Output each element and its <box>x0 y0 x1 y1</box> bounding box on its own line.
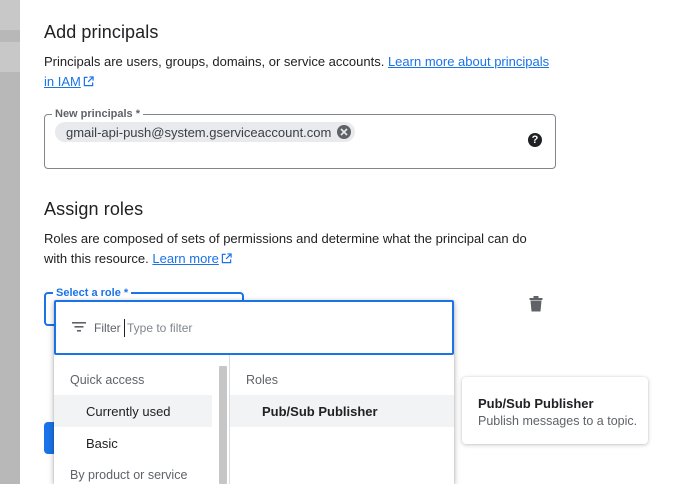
role-info-title: Pub/Sub Publisher <box>478 396 594 411</box>
filter-box: Filter <box>54 300 454 355</box>
role-info-description: Publish messages to a topic. <box>478 414 638 428</box>
category-label: Basic <box>86 435 118 451</box>
help-icon[interactable]: ? <box>528 133 542 147</box>
role-dropdown: Filter Quick access Currently used Basic… <box>54 300 454 484</box>
learn-more-roles-label: Learn more <box>152 251 219 266</box>
backdrop-bar <box>0 42 20 72</box>
filter-input[interactable] <box>124 319 324 337</box>
new-principals-label: New principals * <box>52 107 143 121</box>
add-principals-heading: Add principals <box>44 22 159 42</box>
principals-description: Principals are users, groups, domains, o… <box>44 52 554 92</box>
by-product-header: By product or service <box>70 468 188 482</box>
filter-icon <box>72 322 86 332</box>
assign-roles-heading: Assign roles <box>44 199 144 219</box>
principal-chip: gmail-api-push@system.gserviceaccount.co… <box>55 122 356 142</box>
modal-backdrop <box>0 0 20 484</box>
select-role-label: Select a role * <box>53 286 132 300</box>
quick-access-header: Quick access <box>70 373 145 387</box>
delete-icon[interactable] <box>529 296 543 312</box>
role-info-card: Pub/Sub Publisher Publish messages to a … <box>462 377 648 444</box>
principal-chip-value: gmail-api-push@system.gserviceaccount.co… <box>66 124 332 140</box>
roles-description: Roles are composed of sets of permission… <box>44 229 544 269</box>
category-currently-used[interactable]: Currently used <box>54 395 212 427</box>
roles-header: Roles <box>246 373 278 387</box>
role-option-label: Pub/Sub Publisher <box>262 403 378 419</box>
category-basic[interactable]: Basic <box>54 427 212 459</box>
roles-description-text: Roles are composed of sets of permission… <box>44 231 527 266</box>
category-label: Currently used <box>86 403 171 419</box>
filter-label: Filter <box>94 321 121 335</box>
remove-chip-icon[interactable] <box>337 125 352 139</box>
backdrop-bar <box>0 0 20 30</box>
principals-description-text: Principals are users, groups, domains, o… <box>44 54 385 69</box>
learn-more-roles-link[interactable]: Learn more <box>152 251 232 266</box>
category-scrollbar[interactable] <box>219 366 227 484</box>
open-in-new-icon <box>221 253 232 264</box>
role-option-pubsub-publisher[interactable]: Pub/Sub Publisher <box>230 395 454 427</box>
open-in-new-icon <box>83 76 94 87</box>
new-principals-field[interactable]: New principals * gmail-api-push@system.g… <box>44 107 556 169</box>
